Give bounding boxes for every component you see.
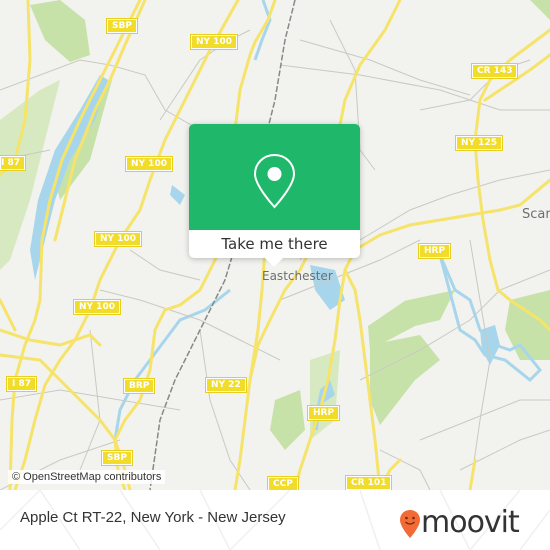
road-label-ny-100: NY 100 — [125, 156, 173, 172]
road-label-ny-100: NY 100 — [190, 34, 238, 50]
moovit-logo[interactable]: moovit — [399, 505, 534, 543]
popup-header — [189, 124, 360, 230]
road-label-sbp: SBP — [101, 450, 133, 466]
popup-tail — [264, 257, 284, 267]
place-label-eastchester: Eastchester — [262, 269, 333, 283]
place-label-scarsdale: Scar — [522, 207, 550, 222]
road-label-sbp: SBP — [106, 18, 138, 34]
destination-popup: Take me there — [189, 124, 360, 267]
map-pin-icon — [253, 153, 296, 209]
road-label-i-87: I 87 — [0, 155, 27, 171]
road-label-ny-100: NY 100 — [73, 299, 121, 315]
map-attribution[interactable]: © OpenStreetMap contributors — [8, 470, 166, 484]
river — [113, 288, 231, 441]
road-label-i-87: I 87 — [5, 376, 38, 392]
road-label-ny-125: NY 125 — [455, 135, 503, 151]
popup-footer: Take me there — [189, 230, 360, 258]
location-title: Apple Ct RT-22, New York - New Jersey — [20, 509, 286, 526]
road-label-hrp: HRP — [417, 243, 452, 259]
map[interactable]: SBP NY 100 NY 100 NY 100 NY 100 I 87 BRP… — [0, 0, 550, 490]
park-area — [30, 0, 90, 62]
road-label-ccp: CCP — [267, 476, 299, 490]
road-label-hrp: HRP — [306, 405, 341, 421]
park-area — [270, 390, 305, 450]
road-label-cr-143: CR 143 — [470, 63, 519, 79]
road-label-brp: BRP — [122, 378, 156, 394]
park-area — [530, 0, 550, 20]
road-label-cr-101: CR 101 — [344, 475, 393, 490]
take-me-there-button[interactable]: Take me there — [189, 230, 360, 258]
moovit-wordmark: moovit — [421, 505, 520, 540]
moovit-pin-icon — [400, 510, 420, 538]
road-label-ny-100: NY 100 — [94, 231, 142, 247]
road-label-ny-22: NY 22 — [205, 377, 247, 393]
park-area — [370, 335, 440, 425]
water-body — [170, 185, 185, 205]
